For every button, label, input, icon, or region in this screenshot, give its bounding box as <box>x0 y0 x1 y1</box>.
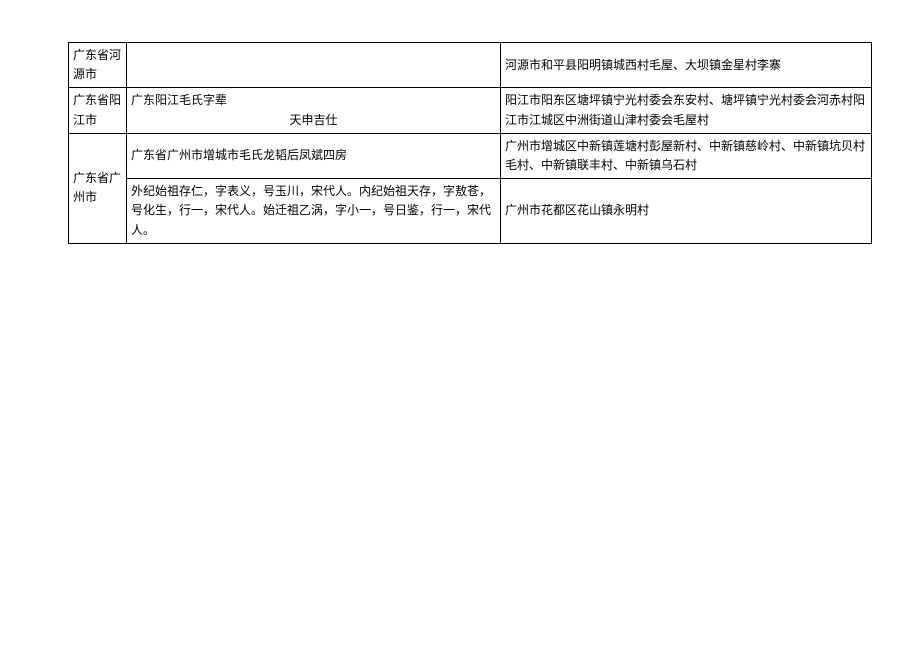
middle-line2: 天申吉仕 <box>131 111 496 130</box>
region-cell: 广东省河源市 <box>69 43 127 88</box>
table-row: 广东省河源市 河源市和平县阳明镇城西村毛屋、大坝镇金星村李寨 <box>69 43 872 88</box>
table-row: 广东省阳江市 广东阳江毛氏字辈 天申吉仕 阳江市阳东区塘坪镇宁光村委会东安村、塘… <box>69 88 872 133</box>
middle-cell: 广东省广州市增城市毛氏龙韬后凤斌四房 <box>127 133 501 178</box>
middle-cell: 外纪始祖存仁，字表义，号玉川，宋代人。内纪始祖天存，字敖苍，号化生，行一，宋代人… <box>127 179 501 244</box>
right-cell: 河源市和平县阳明镇城西村毛屋、大坝镇金星村李寨 <box>501 43 872 88</box>
table-row: 广东省广州市 广东省广州市增城市毛氏龙韬后凤斌四房 广州市增城区中新镇莲塘村彭屋… <box>69 133 872 178</box>
middle-line1: 广东阳江毛氏字辈 <box>131 91 496 110</box>
right-cell: 阳江市阳东区塘坪镇宁光村委会东安村、塘坪镇宁光村委会河赤村阳江市江城区中洲街道山… <box>501 88 872 133</box>
right-cell: 广州市花都区花山镇永明村 <box>501 179 872 244</box>
right-cell: 广州市增城区中新镇莲塘村彭屋新村、中新镇慈岭村、中新镇坑贝村毛村、中新镇联丰村、… <box>501 133 872 178</box>
middle-cell <box>127 43 501 88</box>
table-row: 外纪始祖存仁，字表义，号玉川，宋代人。内纪始祖天存，字敖苍，号化生，行一，宋代人… <box>69 179 872 244</box>
region-cell: 广东省广州市 <box>69 133 127 243</box>
document-page: 广东省河源市 河源市和平县阳明镇城西村毛屋、大坝镇金星村李寨 广东省阳江市 广东… <box>0 0 920 651</box>
data-table: 广东省河源市 河源市和平县阳明镇城西村毛屋、大坝镇金星村李寨 广东省阳江市 广东… <box>68 42 872 244</box>
middle-cell: 广东阳江毛氏字辈 天申吉仕 <box>127 88 501 133</box>
region-cell: 广东省阳江市 <box>69 88 127 133</box>
